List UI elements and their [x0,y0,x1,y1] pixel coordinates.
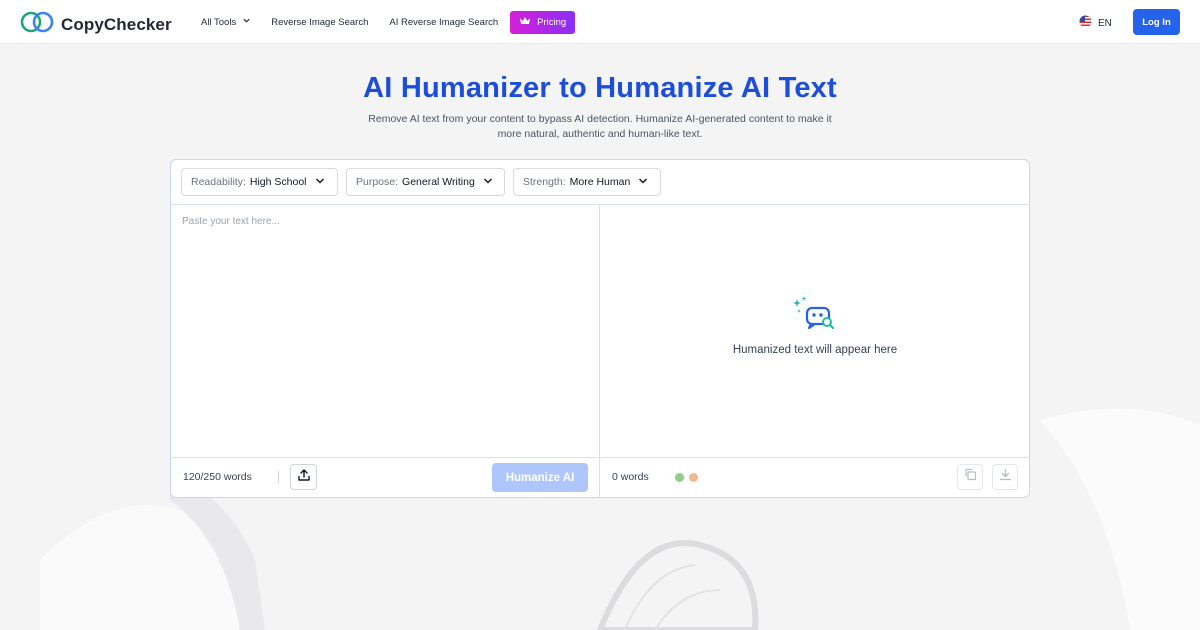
humanize-ai-button[interactable]: Humanize AI [492,463,588,492]
readability-dropdown[interactable]: Readability: High School [181,168,338,196]
nav-all-tools-label: All Tools [201,16,237,28]
double-ring-logo-icon [20,11,54,38]
purpose-dropdown[interactable]: Purpose: General Writing [346,168,505,196]
footer-divider [278,471,279,483]
strength-value: More Human [569,176,631,188]
output-empty-state: Humanized text will appear here [601,295,1029,356]
main-nav: All Tools Reverse Image Search AI Revers… [201,0,576,44]
page-title: AI Humanizer to Humanize AI Text [363,72,837,104]
robot-search-icon [793,295,837,340]
options-toolbar: Readability: High School Purpose: Genera… [171,160,1029,205]
top-navbar: CopyChecker All Tools Reverse Image Sear… [0,0,1200,44]
output-footer: 0 words [601,457,1029,497]
status-dot-green [675,473,684,482]
chevron-down-icon [483,176,493,189]
readability-key: Readability: [191,176,246,188]
status-dot-orange [689,473,698,482]
copy-button[interactable] [957,464,983,490]
upload-icon [297,468,311,487]
chevron-down-icon [315,176,325,189]
subtitle-line-1: Remove AI text from your content to bypa… [368,113,832,125]
strength-key: Strength: [523,176,566,188]
nav-ai-reverse-image-search-label: AI Reverse Image Search [389,16,499,28]
language-label: EN [1098,17,1112,29]
output-empty-text: Humanized text will appear here [732,344,898,356]
input-word-count: 120/250 words [183,471,252,483]
copy-icon [964,468,977,486]
input-pane [171,205,600,457]
nav-reverse-image-search-label: Reverse Image Search [271,16,369,28]
output-pane: Humanized text will appear here [601,205,1029,457]
purpose-key: Purpose: [356,176,399,188]
page-subtitle: Remove AI text from your content to bypa… [350,112,850,142]
output-word-count: 0 words [612,471,649,483]
humanizer-tool-card: Readability: High School Purpose: Genera… [170,159,1030,498]
pricing-label: Pricing [537,16,567,28]
pricing-button[interactable]: Pricing [510,10,576,34]
subtitle-line-2: more natural, authentic and human-like t… [497,128,703,140]
brand-logo[interactable]: CopyChecker [20,11,172,38]
us-flag-icon [1079,15,1092,31]
download-icon [999,468,1012,486]
nav-reverse-image-search[interactable]: Reverse Image Search [271,17,368,28]
login-button[interactable]: Log In [1133,9,1180,35]
brand-name: CopyChecker [61,14,172,34]
purpose-value: General Writing [402,176,475,188]
text-input[interactable] [171,205,600,457]
input-footer: 120/250 words Humanize AI [171,457,600,497]
upload-file-button[interactable] [290,464,317,490]
nav-all-tools[interactable]: All Tools [201,16,251,28]
nav-ai-reverse-image-search[interactable]: AI Reverse Image Search [389,17,498,28]
language-selector[interactable]: EN [1079,15,1112,31]
download-button[interactable] [992,464,1018,490]
readability-value: High School [249,176,307,188]
crown-icon [519,16,531,29]
strength-dropdown[interactable]: Strength: More Human [513,168,661,196]
chevron-down-icon [638,176,648,189]
chevron-down-icon [242,16,251,28]
